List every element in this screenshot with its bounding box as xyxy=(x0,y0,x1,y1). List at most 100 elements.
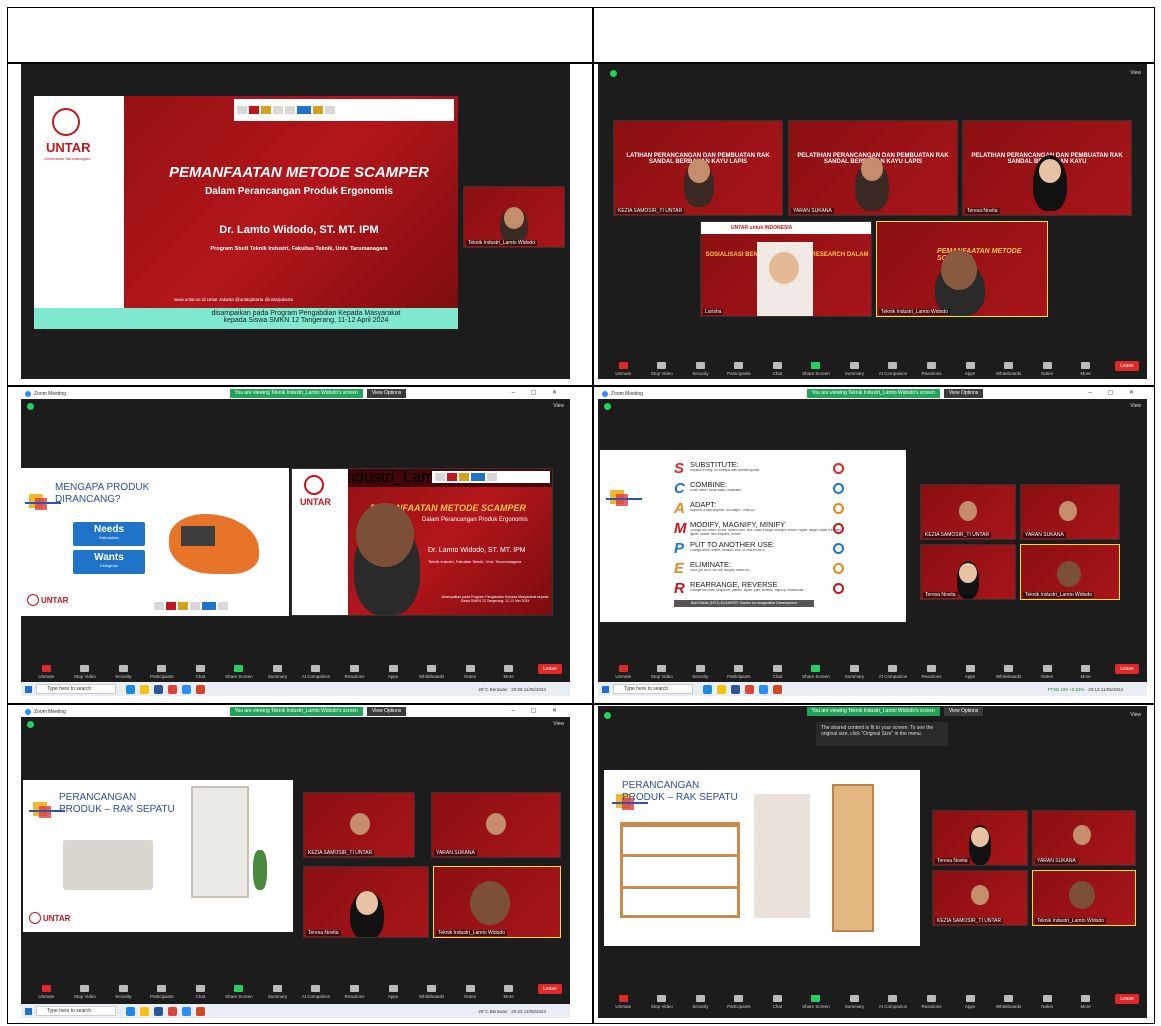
view-options-button[interactable]: View Options xyxy=(366,389,407,398)
apps-button[interactable]: Apps xyxy=(951,665,990,679)
window-controls[interactable]: – ▢ ✕ xyxy=(512,707,564,714)
security-button[interactable]: Security xyxy=(681,665,720,679)
video-tile[interactable]: YARAN SUKANA xyxy=(1020,484,1120,540)
taskbar-search[interactable]: Type here to search xyxy=(613,684,693,694)
view-button[interactable]: View xyxy=(1130,403,1141,409)
window-controls[interactable]: – ▢ ✕ xyxy=(512,389,564,396)
view-button[interactable]: View xyxy=(1130,70,1141,76)
apps-button[interactable]: Apps xyxy=(951,995,990,1009)
taskbar-app-icon[interactable] xyxy=(126,684,135,694)
ai-companion-button[interactable]: AI Companion xyxy=(874,362,913,376)
folder-icon[interactable] xyxy=(140,684,149,694)
ai-companion-button[interactable]: AI Companion xyxy=(297,985,336,999)
ai-companion-button[interactable]: AI Companion xyxy=(874,995,913,1009)
summary-button[interactable]: Summary xyxy=(835,995,874,1009)
reactions-button[interactable]: Reactions xyxy=(912,665,951,679)
reactions-button[interactable]: Reactions xyxy=(335,985,374,999)
video-tile[interactable]: LATIHAN PERANCANGAN DAN PEMBUATAN RAK SA… xyxy=(613,120,783,216)
summary-button[interactable]: Summary xyxy=(258,985,297,999)
view-button[interactable]: View xyxy=(1130,712,1141,718)
taskbar-app-icon[interactable] xyxy=(703,684,712,694)
zoom-icon[interactable] xyxy=(759,684,768,694)
taskbar-search[interactable]: Type here to search xyxy=(36,1006,116,1016)
share-screen-button[interactable]: Share Screen xyxy=(797,995,836,1009)
video-tile[interactable]: Teresa Novita xyxy=(932,810,1028,866)
taskbar-app-icon[interactable] xyxy=(126,1006,135,1016)
whiteboards-button[interactable]: Whiteboards xyxy=(412,985,451,999)
active-speaker-tile[interactable]: Teknik Industri_Lamto Widodo xyxy=(433,866,561,938)
unmute-button[interactable]: Unmute xyxy=(604,995,643,1009)
apps-button[interactable]: Apps xyxy=(951,362,990,376)
view-options-button[interactable]: View Options xyxy=(943,389,984,398)
participants-button[interactable]: Participants xyxy=(143,665,182,679)
chat-button[interactable]: Chat xyxy=(181,665,220,679)
folder-icon[interactable] xyxy=(140,1006,149,1016)
chat-button[interactable]: Chat xyxy=(758,995,797,1009)
ai-companion-button[interactable]: AI Companion xyxy=(297,665,336,679)
video-tile[interactable]: Teresa Novita xyxy=(303,866,429,938)
security-button[interactable]: Security xyxy=(104,985,143,999)
video-tile[interactable]: PELATIHAN PERANCANGAN DAN PEMBUATAN RAK … xyxy=(788,120,958,216)
participants-button[interactable]: Participants xyxy=(720,362,759,376)
active-speaker-tile[interactable]: PEMANFAATAN METODE SCAMPER Teknik Indust… xyxy=(876,221,1048,317)
leave-button[interactable]: Leave xyxy=(1115,361,1139,371)
windows-start-icon[interactable] xyxy=(602,685,609,693)
video-tile[interactable]: KEZIA SAMOSIR_TI UNTAR xyxy=(932,870,1028,926)
ai-companion-button[interactable]: AI Companion xyxy=(874,665,913,679)
notes-button[interactable]: Notes xyxy=(1028,665,1067,679)
participants-button[interactable]: Participants xyxy=(720,665,759,679)
video-tile[interactable]: KEZIA SAMOSIR_TI UNTAR xyxy=(303,792,415,858)
leave-button[interactable]: Leave xyxy=(1115,994,1139,1004)
chat-button[interactable]: Chat xyxy=(181,985,220,999)
unmute-button[interactable]: Unmute xyxy=(27,985,66,999)
stop-video-button[interactable]: Stop Video xyxy=(643,362,682,376)
word-icon[interactable] xyxy=(731,684,740,694)
chat-button[interactable]: Chat xyxy=(758,362,797,376)
share-screen-button[interactable]: Share Screen xyxy=(797,362,836,376)
notes-button[interactable]: Notes xyxy=(451,985,490,999)
window-controls[interactable]: – ▢ ✕ xyxy=(1089,389,1141,396)
summary-button[interactable]: Summary xyxy=(258,665,297,679)
whiteboards-button[interactable]: Whiteboards xyxy=(412,665,451,679)
participants-button[interactable]: Participants xyxy=(143,985,182,999)
chrome-icon[interactable] xyxy=(168,684,177,694)
windows-start-icon[interactable] xyxy=(25,685,32,693)
powerpoint-icon[interactable] xyxy=(773,684,782,694)
apps-button[interactable]: Apps xyxy=(374,665,413,679)
video-tile[interactable]: YARAN SUKANA xyxy=(1032,810,1136,866)
more-button[interactable]: More xyxy=(489,985,528,999)
summary-button[interactable]: Summary xyxy=(835,362,874,376)
folder-icon[interactable] xyxy=(717,684,726,694)
summary-button[interactable]: Summary xyxy=(835,665,874,679)
reactions-button[interactable]: Reactions xyxy=(912,362,951,376)
chat-button[interactable]: Chat xyxy=(758,665,797,679)
share-screen-button[interactable]: Share Screen xyxy=(220,985,259,999)
speaker-thumbnail[interactable]: Teknik Industri_Lamto Widodo xyxy=(463,186,565,248)
video-tile[interactable]: KEZIA SAMOSIR_TI UNTAR xyxy=(920,484,1016,540)
whiteboards-button[interactable]: Whiteboards xyxy=(989,995,1028,1009)
more-button[interactable]: More xyxy=(489,665,528,679)
video-tile[interactable]: YARAN SUKANA xyxy=(431,792,561,858)
view-options-button[interactable]: View Options xyxy=(366,707,407,716)
stop-video-button[interactable]: Stop Video xyxy=(643,665,682,679)
participants-button[interactable]: Participants xyxy=(720,995,759,1009)
more-button[interactable]: More xyxy=(1066,362,1105,376)
word-icon[interactable] xyxy=(154,1006,163,1016)
leave-button[interactable]: Leave xyxy=(538,664,562,674)
notes-button[interactable]: Notes xyxy=(451,665,490,679)
word-icon[interactable] xyxy=(154,684,163,694)
stop-video-button[interactable]: Stop Video xyxy=(643,995,682,1009)
view-button[interactable]: View xyxy=(553,721,564,727)
zoom-icon[interactable] xyxy=(182,1006,191,1016)
video-tile[interactable]: UNTAR untuk INDONESIA SOSIALISASI BENCHM… xyxy=(700,221,872,317)
taskbar-search[interactable]: Type here to search xyxy=(36,684,116,694)
whiteboards-button[interactable]: Whiteboards xyxy=(989,665,1028,679)
leave-button[interactable]: Leave xyxy=(1115,664,1139,674)
video-tile[interactable]: Teresa Novita xyxy=(920,544,1016,600)
security-button[interactable]: Security xyxy=(104,665,143,679)
security-button[interactable]: Security xyxy=(681,362,720,376)
whiteboards-button[interactable]: Whiteboards xyxy=(989,362,1028,376)
windows-start-icon[interactable] xyxy=(25,1007,32,1015)
more-button[interactable]: More xyxy=(1066,665,1105,679)
security-button[interactable]: Security xyxy=(681,995,720,1009)
